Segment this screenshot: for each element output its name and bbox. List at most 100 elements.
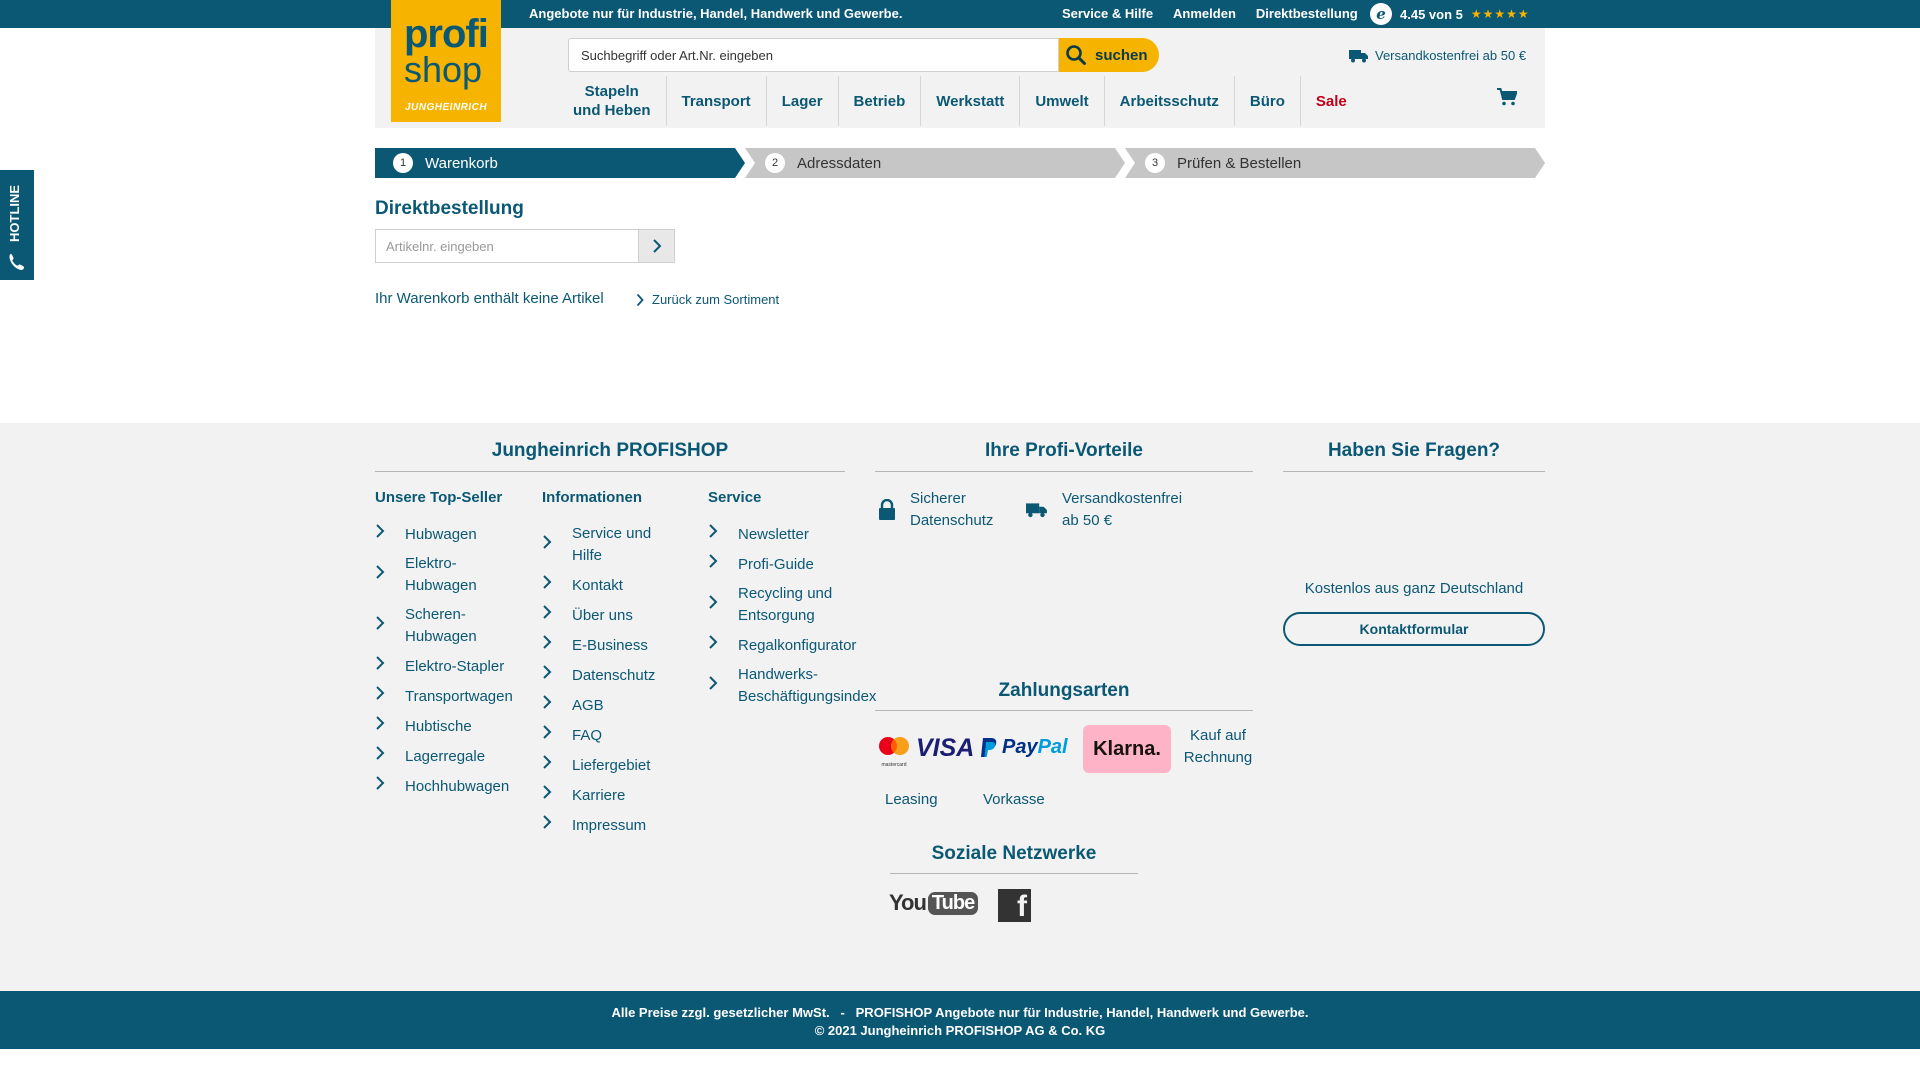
service-list: Newsletter Profi-Guide Recycling und Ent…: [708, 523, 888, 715]
advantage-privacy: Sicherer Datenschutz: [878, 488, 993, 532]
list-item[interactable]: Liefergebiet: [542, 754, 692, 777]
chevron-right-icon: [708, 523, 738, 546]
article-submit-button[interactable]: [638, 229, 675, 263]
list-item-label: AGB: [572, 696, 604, 714]
step-label: Prüfen & Bestellen: [1177, 154, 1302, 172]
facebook-icon[interactable]: f: [998, 889, 1031, 922]
nav-item-buero[interactable]: Büro: [1235, 76, 1301, 126]
profishop-logo[interactable]: profi shop JUNGHEINRICH: [391, 0, 501, 122]
nav-item-lager[interactable]: Lager: [767, 76, 839, 126]
search-button[interactable]: suchen: [1059, 38, 1159, 72]
list-item[interactable]: Karriere: [542, 784, 692, 807]
step-adressdaten: 2 Adressdaten: [745, 148, 1125, 178]
list-item[interactable]: Service und Hilfe: [542, 523, 692, 567]
chevron-right-icon: [636, 293, 644, 306]
list-item[interactable]: Regalkonfigurator: [708, 634, 888, 657]
step-pruefen: 3 Prüfen & Bestellen: [1125, 148, 1545, 178]
paypal-icon: [981, 737, 997, 757]
truck-icon: [1349, 49, 1368, 62]
divider: [1283, 471, 1545, 472]
youtube-text-a: You: [889, 890, 927, 915]
payments-title: Zahlungsarten: [998, 680, 1130, 701]
visa-logo: VISA: [916, 734, 975, 762]
list-item[interactable]: AGB: [542, 694, 692, 717]
logo-text-jungheinrich: JUNGHEINRICH: [405, 102, 488, 113]
list-item-label: Hubwagen: [405, 525, 477, 543]
bottom-bar: Alle Preise zzgl. gesetzlicher MwSt. - P…: [0, 991, 1920, 1049]
nav-item-werkstatt[interactable]: Werkstatt: [921, 76, 1021, 126]
nav-item-umwelt[interactable]: Umwelt: [1020, 76, 1105, 126]
login-link[interactable]: Anmelden: [1173, 6, 1236, 21]
contact-form-button[interactable]: Kontaktformular: [1283, 612, 1545, 646]
list-item[interactable]: Recycling und Entsorgung: [708, 583, 888, 627]
list-item[interactable]: Lagerregale: [375, 745, 535, 768]
chevron-right-icon: [542, 634, 572, 657]
nav-item-arbeitsschutz[interactable]: Arbeitsschutz: [1105, 76, 1235, 126]
advantage-label: Versandkostenfrei ab 50 €: [1062, 490, 1183, 529]
list-item[interactable]: FAQ: [542, 724, 692, 747]
shipping-text: Versandkostenfrei ab 50 €: [1375, 48, 1527, 63]
back-to-assortment-link[interactable]: Zurück zum Sortiment: [636, 292, 779, 307]
list-item[interactable]: Scheren- Hubwagen: [375, 604, 535, 648]
rating-stars-icon: ★★★★★: [1470, 7, 1530, 21]
list-item-label: Scheren- Hubwagen: [405, 606, 477, 645]
topseller-list: Hubwagen Elektro- Hubwagen Scheren- Hubw…: [375, 523, 535, 805]
chevron-right-icon: [708, 553, 738, 576]
list-item[interactable]: E-Business: [542, 634, 692, 657]
back-link-label: Zurück zum Sortiment: [652, 292, 780, 307]
direct-order-link[interactable]: Direktbestellung: [1256, 6, 1358, 21]
chevron-right-icon: [542, 814, 572, 837]
list-item[interactable]: Impressum: [542, 814, 692, 837]
nav-item-betrieb[interactable]: Betrieb: [839, 76, 922, 126]
divider: [875, 471, 1253, 472]
copyright-text: © 2021 Jungheinrich PROFISHOP AG & Co. K…: [814, 1023, 1106, 1038]
checkout-steps: 1 Warenkorb 2 Adressdaten 3 Prüfen & Bes…: [375, 148, 1545, 178]
list-item[interactable]: Datenschutz: [542, 664, 692, 687]
search-field: [568, 38, 1059, 72]
chevron-right-icon: [375, 715, 405, 738]
step-label: Warenkorb: [425, 154, 498, 172]
list-item-label: Über uns: [572, 606, 633, 624]
list-item[interactable]: Profi-Guide: [708, 553, 888, 576]
trusted-rating[interactable]: e 4.45 von 5 ★★★★★: [1370, 3, 1530, 25]
list-item[interactable]: Handwerks- Beschäftigungsindex: [708, 664, 888, 708]
list-item[interactable]: Über uns: [542, 604, 692, 627]
article-number-input[interactable]: [376, 230, 638, 262]
search-input[interactable]: [569, 39, 1058, 71]
service-link[interactable]: Service & Hilfe: [1062, 6, 1153, 21]
mastercard-text: mastercard: [881, 762, 907, 768]
list-item-label: Profi-Guide: [738, 555, 814, 573]
youtube-link[interactable]: You Tube: [889, 890, 979, 916]
list-item[interactable]: Hubtische: [375, 715, 535, 738]
direct-order-title: Direktbestellung: [375, 198, 524, 219]
list-item-label: Lagerregale: [405, 747, 486, 765]
list-item-label: Elektro- Hubwagen: [405, 555, 477, 594]
list-item-label: FAQ: [572, 726, 603, 744]
list-item[interactable]: Elektro-Stapler: [375, 655, 535, 678]
cart-button[interactable]: [1497, 88, 1518, 111]
chevron-right-icon: [708, 634, 738, 657]
nav-item-transport[interactable]: Transport: [667, 76, 767, 126]
divider: [375, 471, 845, 472]
hotline-tab[interactable]: HOTLINE: [0, 170, 34, 280]
list-item[interactable]: Hubwagen: [375, 523, 535, 546]
chevron-right-icon: [375, 615, 405, 638]
list-item[interactable]: Transportwagen: [375, 685, 535, 708]
step-label: Adressdaten: [797, 154, 882, 172]
empty-cart-message: Ihr Warenkorb enthält keine Artikel: [375, 290, 604, 307]
nav-item-stapeln[interactable]: Stapeln und Heben: [558, 76, 667, 126]
payment-prepayment: Vorkasse: [983, 791, 1045, 808]
nav-item-sale[interactable]: Sale: [1301, 76, 1362, 126]
list-item[interactable]: Newsletter: [708, 523, 888, 546]
chevron-right-icon: [542, 534, 572, 557]
paypal-text-b: Pal: [1037, 736, 1068, 758]
payment-invoice: Kauf auf Rechnung: [1183, 727, 1253, 766]
chevron-right-icon: [375, 523, 405, 546]
divider: [875, 710, 1253, 711]
list-item-label: Impressum: [572, 816, 647, 834]
shipping-info: Versandkostenfrei ab 50 €: [1349, 48, 1526, 63]
list-item[interactable]: Kontakt: [542, 574, 692, 597]
list-item[interactable]: Hochhubwagen: [375, 775, 535, 798]
list-item[interactable]: Elektro- Hubwagen: [375, 553, 535, 597]
footer-advantages-title: Ihre Profi-Vorteile: [984, 440, 1143, 461]
